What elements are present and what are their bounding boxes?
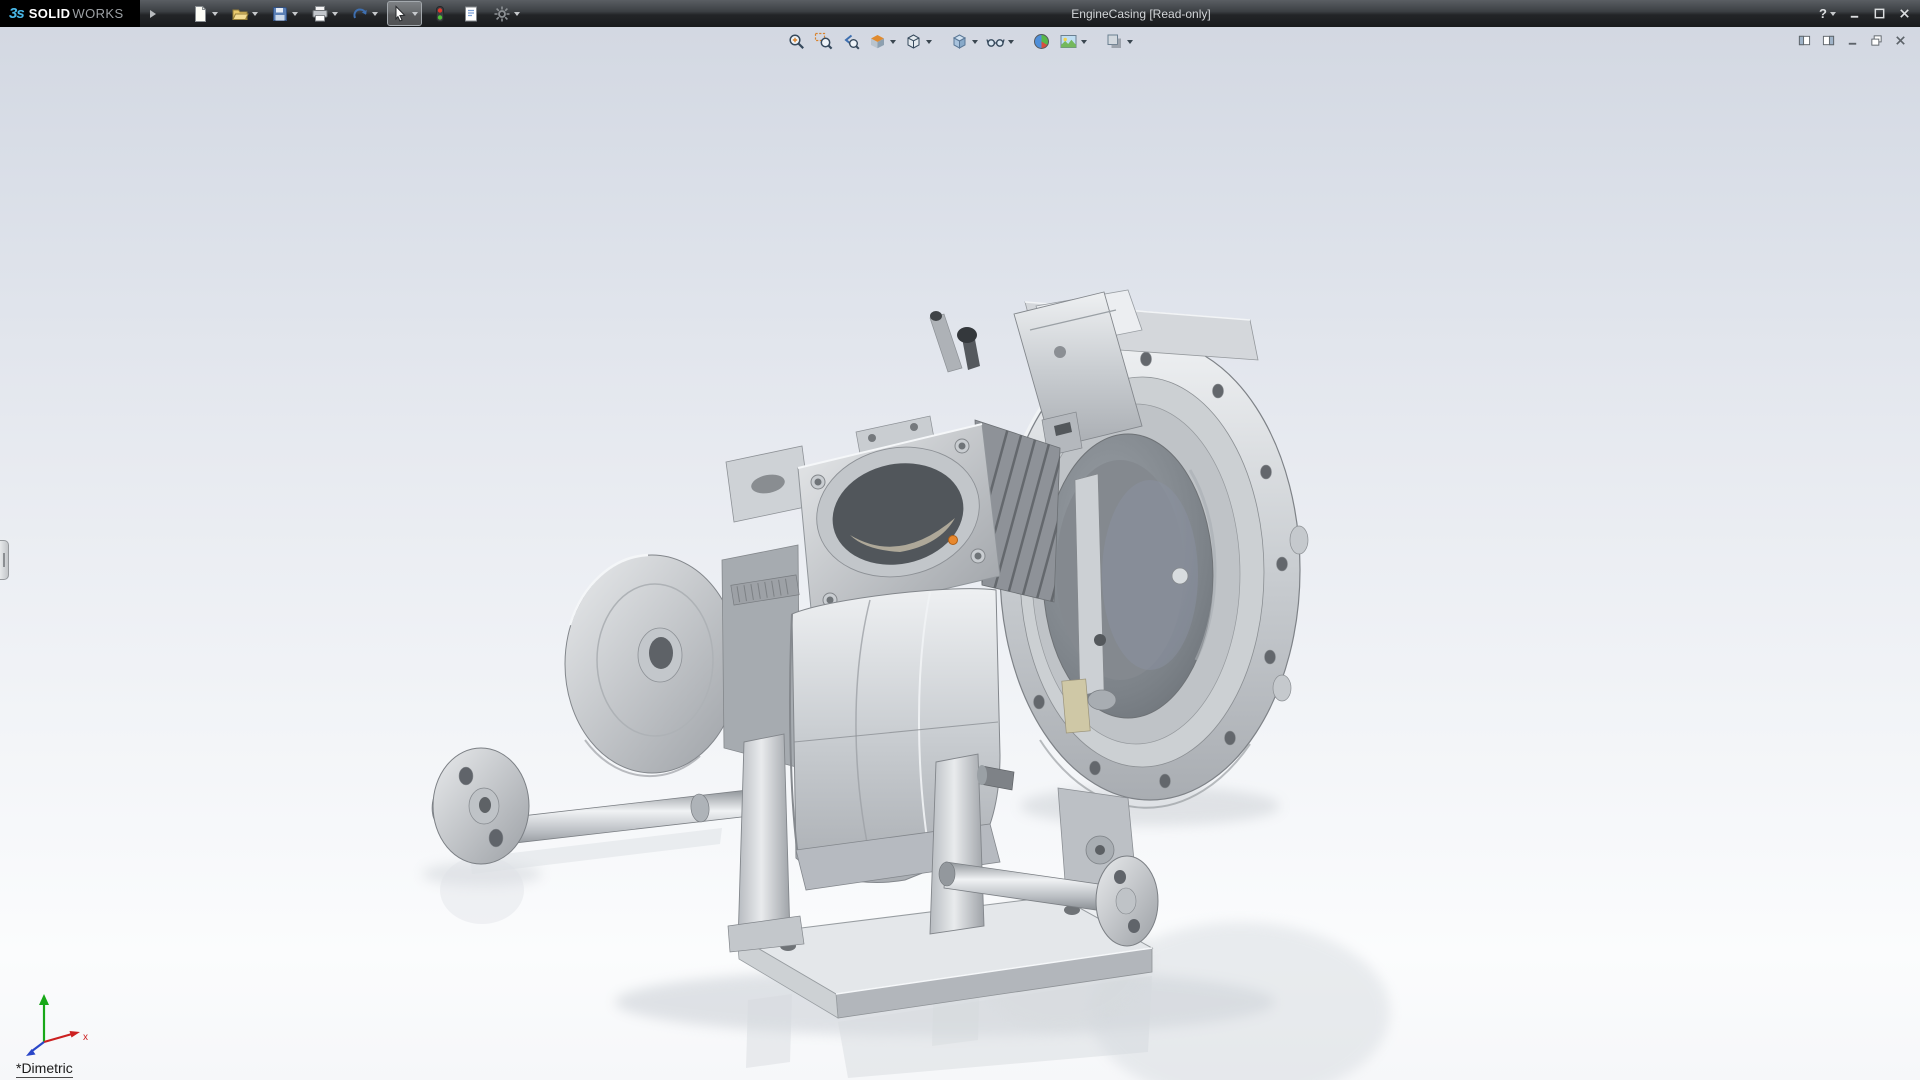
select-icon [391, 4, 409, 23]
section-view-button[interactable] [866, 31, 898, 52]
side-bracket[interactable] [725, 445, 811, 523]
dropdown-arrow-icon[interactable] [1127, 40, 1133, 47]
dropdown-arrow-icon[interactable] [411, 12, 418, 19]
display-style-button[interactable] [948, 31, 980, 52]
view-orientation-icon [904, 32, 923, 51]
file-properties-icon [462, 5, 480, 23]
minimize-document-icon [1846, 34, 1859, 47]
view-orientation-label: *Dimetric [16, 1060, 73, 1078]
tile-pane-left-button[interactable] [1796, 33, 1813, 48]
options-icon [493, 5, 511, 23]
section-view-icon [868, 32, 887, 51]
origin-marker [948, 535, 958, 545]
edit-appearance-icon [1032, 32, 1051, 51]
minimize-icon [1848, 7, 1861, 20]
menu-expand-arrow-icon[interactable] [149, 9, 160, 18]
view-settings-button[interactable] [1103, 31, 1135, 52]
tile-pane-right-icon [1822, 34, 1835, 47]
previous-view-icon [841, 32, 860, 51]
save-icon [271, 5, 289, 23]
zoom-to-fit-button[interactable] [785, 31, 808, 52]
restore-document-button[interactable] [1868, 33, 1885, 48]
print-button[interactable] [308, 2, 341, 25]
dropdown-arrow-icon[interactable] [972, 40, 978, 47]
zoom-to-area-icon [814, 32, 833, 51]
help-icon: ? [1819, 6, 1827, 21]
dropdown-arrow-icon[interactable] [890, 40, 896, 47]
title-bar: 3s SOLID WORKS EngineCasing [Read-only] … [0, 0, 1920, 27]
splitter-grip-icon [3, 553, 5, 567]
open-icon [231, 5, 249, 23]
triad-z-axis [26, 1041, 45, 1056]
graphics-area[interactable]: x *Dimetric [0, 27, 1920, 1080]
dropdown-arrow-icon[interactable] [251, 12, 258, 19]
dropdown-arrow-icon[interactable] [513, 12, 520, 19]
standard-toolbar [188, 1, 523, 26]
edit-appearance-button[interactable] [1030, 31, 1053, 52]
print-icon [311, 5, 329, 23]
open-button[interactable] [228, 2, 261, 25]
heads-up-view-toolbar [785, 31, 1135, 52]
solidworks-logo: 3s SOLID WORKS [0, 0, 140, 27]
dropdown-arrow-icon[interactable] [1830, 12, 1836, 19]
dropdown-arrow-icon[interactable] [331, 12, 338, 19]
close-icon [1898, 7, 1911, 20]
options-button[interactable] [490, 2, 523, 25]
brand-name-solid: SOLID [28, 6, 71, 21]
dropdown-arrow-icon[interactable] [371, 12, 378, 19]
triad-x-label: x [83, 1032, 88, 1043]
file-properties-button[interactable] [459, 2, 483, 25]
tile-pane-left-icon [1798, 34, 1811, 47]
brand-name-works: WORKS [72, 6, 124, 21]
dassault-brand-mark-icon: 3s [9, 5, 25, 22]
feature-pane-collapsed-tab[interactable] [0, 540, 9, 580]
save-button[interactable] [268, 2, 301, 25]
maximize-button[interactable] [1871, 5, 1888, 23]
view-settings-icon [1105, 32, 1124, 51]
dropdown-arrow-icon[interactable] [926, 40, 932, 47]
hide-show-items-button[interactable] [984, 31, 1016, 52]
help-button[interactable]: ? [1817, 5, 1838, 23]
new-document-icon [191, 5, 209, 23]
restore-document-icon [1870, 34, 1883, 47]
new-document-button[interactable] [188, 2, 221, 25]
close-document-button[interactable] [1892, 33, 1909, 48]
dropdown-arrow-icon[interactable] [1081, 40, 1087, 47]
display-style-icon [950, 32, 969, 51]
undo-button[interactable] [348, 2, 381, 25]
rebuild-button[interactable] [428, 2, 452, 25]
undo-icon [351, 5, 369, 23]
document-window-controls [1796, 33, 1909, 48]
apply-scene-icon [1059, 32, 1078, 51]
tile-pane-right-button[interactable] [1820, 33, 1837, 48]
view-orientation-button[interactable] [902, 31, 934, 52]
window-controls: ? [1817, 0, 1913, 27]
maximize-icon [1873, 7, 1886, 20]
select-button[interactable] [386, 1, 422, 26]
hide-show-items-icon [986, 32, 1005, 51]
dropdown-arrow-icon[interactable] [1008, 40, 1014, 47]
minimize-button[interactable] [1846, 5, 1863, 23]
triad-x-axis: x [43, 1031, 88, 1044]
output-flange-disc[interactable] [564, 553, 740, 778]
apply-scene-button[interactable] [1057, 31, 1089, 52]
engine-casing-model[interactable] [0, 27, 1920, 1080]
close-document-icon [1894, 34, 1907, 47]
orientation-triad: x [26, 994, 88, 1056]
zoom-to-fit-icon [787, 32, 806, 51]
dropdown-arrow-icon[interactable] [211, 12, 218, 19]
previous-view-button[interactable] [839, 31, 862, 52]
zoom-to-area-button[interactable] [812, 31, 835, 52]
minimize-document-button[interactable] [1844, 33, 1861, 48]
triad-y-axis [39, 994, 49, 1042]
close-button[interactable] [1896, 5, 1913, 23]
dropdown-arrow-icon[interactable] [291, 12, 298, 19]
rebuild-icon [431, 5, 449, 23]
document-title: EngineCasing [Read-only] [1071, 6, 1211, 21]
